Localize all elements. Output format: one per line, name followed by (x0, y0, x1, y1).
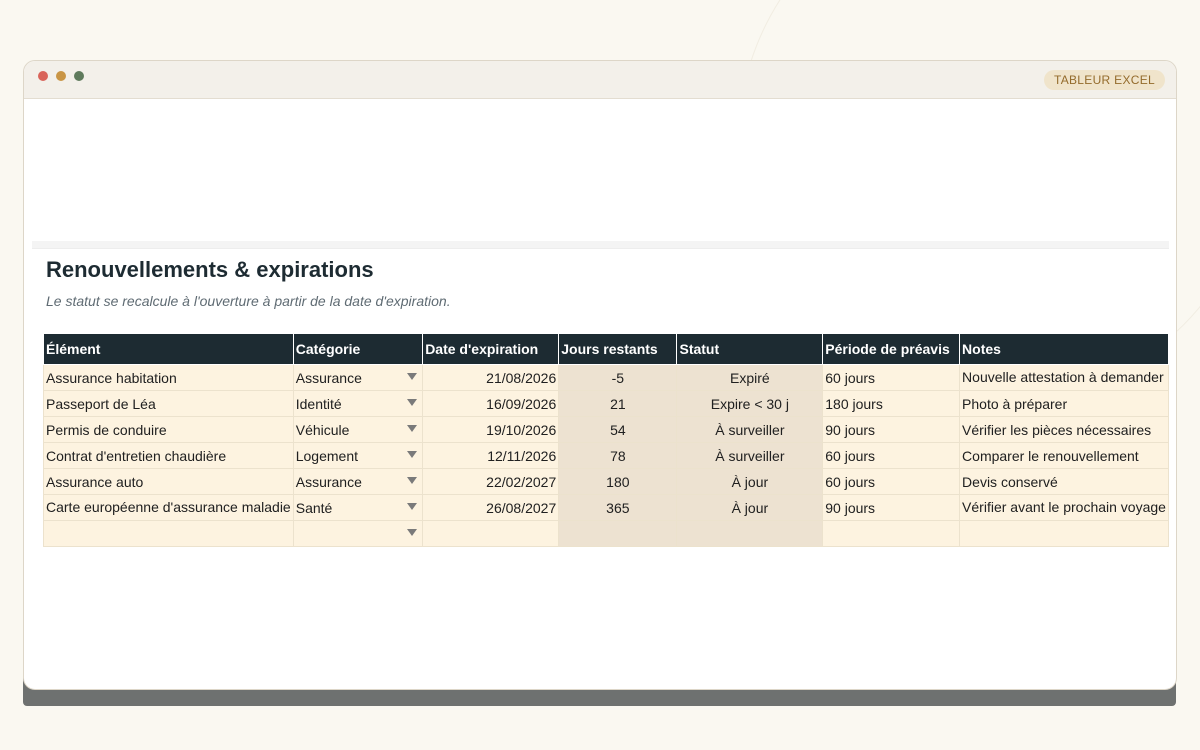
categorie-value: Véhicule (295, 421, 350, 438)
table-row: Passeport de Léa Identité 16/09/2026 21 … (43, 390, 1169, 417)
cell-jours-restants[interactable] (558, 520, 678, 547)
cell-categorie[interactable]: Véhicule (292, 416, 424, 443)
cell-date[interactable]: 12/11/2026 (422, 442, 560, 469)
cell-date[interactable] (422, 520, 560, 547)
dropdown-arrow-icon[interactable] (407, 477, 418, 484)
cell-date[interactable]: 22/02/2027 (422, 468, 560, 495)
categorie-value: Identité (295, 395, 342, 412)
cell-element[interactable]: Passeport de Léa (43, 390, 294, 417)
cell-notes[interactable]: Vérifier les pièces nécessaires (959, 416, 1169, 443)
table-row: Carte européenne d'assurance maladie San… (43, 494, 1169, 521)
header-categorie[interactable]: Catégorie (292, 333, 424, 365)
dropdown-arrow-icon[interactable] (407, 529, 418, 536)
cell-categorie[interactable]: Logement (292, 442, 424, 469)
cell-element[interactable]: Assurance auto (43, 468, 294, 495)
minimize-window-button[interactable] (56, 71, 66, 81)
cell-statut[interactable]: À surveiller (676, 442, 824, 469)
cell-date[interactable]: 19/10/2026 (422, 416, 560, 443)
cell-categorie[interactable]: Identité (292, 390, 424, 417)
cell-jours-restants[interactable]: 54 (558, 416, 678, 443)
close-window-button[interactable] (38, 71, 48, 81)
cell-statut[interactable]: À surveiller (676, 416, 824, 443)
table-row: Assurance habitation Assurance 21/08/202… (43, 364, 1169, 391)
cell-notes[interactable]: Nouvelle attestation à demander (959, 364, 1169, 391)
cell-element[interactable] (43, 520, 294, 547)
cell-categorie[interactable]: Assurance (292, 364, 424, 391)
dropdown-arrow-icon[interactable] (407, 425, 418, 432)
app-window: TABLEUR EXCEL Renouvellements & expirati… (23, 60, 1177, 690)
spreadsheet-area: Renouvellements & expirations Le statut … (32, 241, 1169, 547)
cell-statut[interactable]: Expiré (676, 364, 824, 391)
cell-preavis[interactable]: 60 jours (822, 468, 961, 495)
cell-categorie[interactable]: Santé (292, 494, 424, 521)
table-row: Permis de conduire Véhicule 19/10/2026 5… (43, 416, 1169, 443)
cell-jours-restants[interactable]: -5 (558, 364, 678, 391)
cell-categorie[interactable] (292, 520, 424, 547)
cell-jours-restants[interactable]: 365 (558, 494, 678, 521)
categorie-value: Logement (295, 447, 359, 464)
cell-preavis[interactable]: 60 jours (822, 442, 961, 469)
app-badge: TABLEUR EXCEL (1043, 70, 1165, 90)
grid-header-strip (32, 241, 1169, 249)
cell-preavis[interactable]: 60 jours (822, 364, 961, 391)
element-text: Carte européenne d'assurance maladie (46, 500, 291, 515)
cell-statut[interactable]: À jour (676, 494, 824, 521)
dropdown-arrow-icon[interactable] (407, 399, 418, 406)
cell-notes[interactable]: Devis conservé (959, 468, 1169, 495)
cell-preavis[interactable]: 90 jours (822, 494, 961, 521)
dropdown-arrow-icon[interactable] (407, 451, 418, 458)
categorie-value: Assurance (295, 473, 362, 490)
cell-preavis[interactable]: 90 jours (822, 416, 961, 443)
cell-notes[interactable]: Vérifier avant le prochain voyage (959, 494, 1169, 521)
cell-date[interactable]: 21/08/2026 (422, 364, 560, 391)
table-row-empty (43, 520, 1169, 547)
table-header-row: Élément Catégorie Date d'expiration Jour… (43, 333, 1169, 365)
cell-notes[interactable] (959, 520, 1169, 547)
cell-element[interactable]: Permis de conduire (43, 416, 294, 443)
cell-preavis[interactable] (822, 520, 961, 547)
table-row: Contrat d'entretien chaudière Logement 1… (43, 442, 1169, 469)
cell-notes[interactable]: Photo à préparer (959, 390, 1169, 417)
cell-statut[interactable]: À jour (676, 468, 824, 495)
header-statut[interactable]: Statut (676, 333, 824, 365)
notes-text: Nouvelle attestation à demander (962, 370, 1164, 385)
categorie-value: Santé (295, 499, 333, 516)
header-jours-restants[interactable]: Jours restants (558, 333, 678, 365)
maximize-window-button[interactable] (74, 71, 84, 81)
cell-jours-restants[interactable]: 78 (558, 442, 678, 469)
renewals-table: Élément Catégorie Date d'expiration Jour… (43, 333, 1169, 547)
header-notes[interactable]: Notes (959, 333, 1169, 365)
header-periode-preavis[interactable]: Période de préavis (822, 333, 961, 365)
table-row: Assurance auto Assurance 22/02/2027 180 … (43, 468, 1169, 495)
cell-element[interactable]: Carte européenne d'assurance maladie (43, 494, 294, 521)
cell-date[interactable]: 16/09/2026 (422, 390, 560, 417)
cell-categorie[interactable]: Assurance (292, 468, 424, 495)
window-titlebar: TABLEUR EXCEL (24, 61, 1176, 99)
sheet-subtitle: Le statut se recalcule à l'ouverture à p… (46, 293, 451, 309)
header-date-expiration[interactable]: Date d'expiration (422, 333, 560, 365)
cell-notes[interactable]: Comparer le renouvellement (959, 442, 1169, 469)
cell-statut[interactable]: Expire < 30 j (676, 390, 824, 417)
header-element[interactable]: Élément (43, 333, 294, 365)
categorie-value: Assurance (295, 369, 362, 386)
cell-statut[interactable] (676, 520, 824, 547)
notes-text: Vérifier avant le prochain voyage (962, 500, 1166, 515)
sheet-title: Renouvellements & expirations (46, 257, 374, 282)
cell-jours-restants[interactable]: 21 (558, 390, 678, 417)
cell-element[interactable]: Assurance habitation (43, 364, 294, 391)
cell-jours-restants[interactable]: 180 (558, 468, 678, 495)
cell-date[interactable]: 26/08/2027 (422, 494, 560, 521)
dropdown-arrow-icon[interactable] (407, 503, 418, 510)
dropdown-arrow-icon[interactable] (407, 373, 418, 380)
cell-element[interactable]: Contrat d'entretien chaudière (43, 442, 294, 469)
cell-preavis[interactable]: 180 jours (822, 390, 961, 417)
